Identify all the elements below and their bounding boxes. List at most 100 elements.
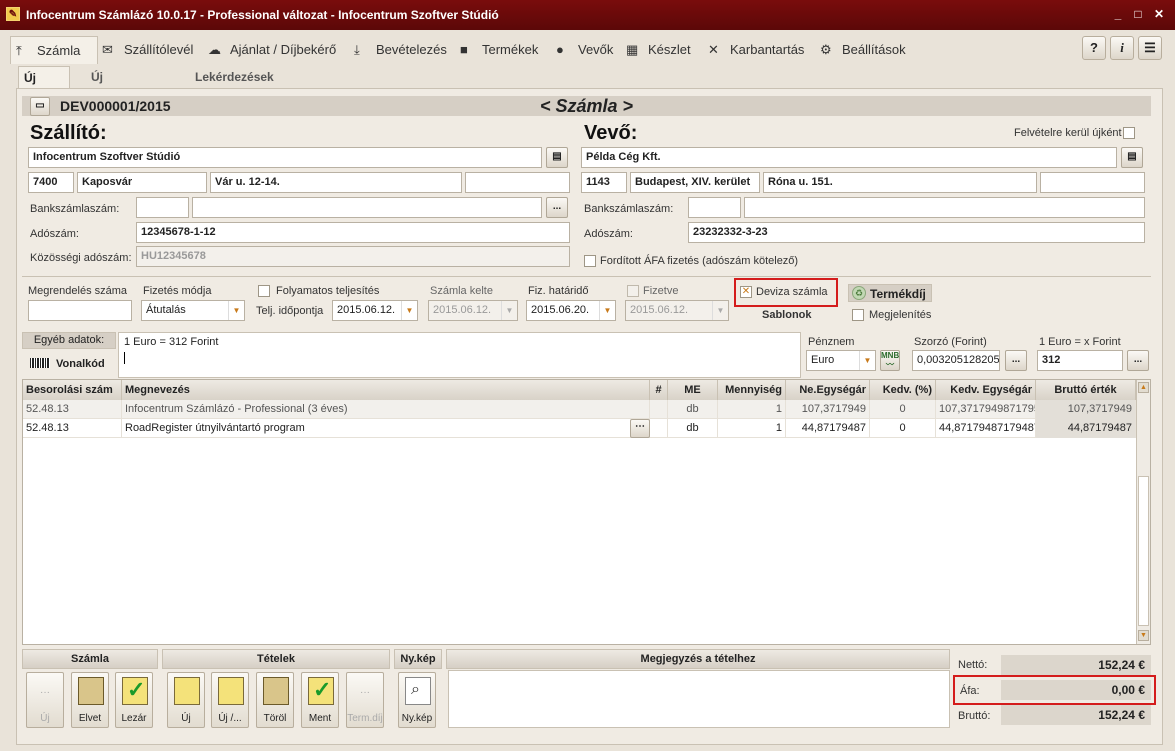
table-row[interactable]: 52.48.13 Infocentrum Számlázó - Professi… bbox=[23, 400, 1136, 419]
list-icon[interactable]: ☰ bbox=[1138, 36, 1162, 60]
buyer-card-icon[interactable]: ▤ bbox=[1121, 147, 1143, 168]
conversion-more-button[interactable]: ... bbox=[1127, 350, 1149, 371]
buyer-bank-input-1[interactable] bbox=[688, 197, 741, 218]
continuous-performance-checkbox[interactable] bbox=[258, 285, 270, 297]
exchange-rate-chart-icon[interactable]: MNB 〰 bbox=[880, 350, 900, 371]
supplier-bank-more-button[interactable]: ... bbox=[546, 197, 568, 218]
supplier-city-input[interactable]: Kaposvár bbox=[77, 172, 207, 193]
table-cell: 0 bbox=[870, 419, 936, 438]
buyer-name-input[interactable]: Példa Cég Kft. bbox=[581, 147, 1117, 168]
supplier-bank-input-2[interactable] bbox=[192, 197, 542, 218]
print-preview-button[interactable]: ⌕ Ny.kép bbox=[398, 672, 436, 728]
vertical-scrollbar[interactable]: ▲ ▼ bbox=[1136, 380, 1150, 644]
paid-checkbox[interactable] bbox=[627, 285, 639, 297]
table-cell: 1 bbox=[718, 419, 786, 438]
table-cell: 107,3717949 bbox=[1036, 400, 1136, 419]
menu-beallitasok[interactable]: ⚙ Beállítások bbox=[820, 36, 906, 64]
menu-ajanlat[interactable]: ☁ Ajánlat / Díjbekérő bbox=[208, 36, 336, 64]
foreign-currency-checkbox[interactable]: ✕ bbox=[740, 286, 752, 298]
column-header[interactable]: Kedv. (%) bbox=[870, 380, 936, 400]
row-more-button[interactable]: ⋯ bbox=[630, 419, 650, 438]
column-header[interactable]: Megnevezés bbox=[122, 380, 650, 400]
invoice-close-button[interactable]: ✓ Lezár bbox=[115, 672, 153, 728]
buyer-new-checkbox[interactable] bbox=[1123, 127, 1135, 139]
menu-vevok[interactable]: ● Vevők bbox=[556, 36, 613, 64]
supplier-name-input[interactable]: Infocentrum Szoftver Stúdió bbox=[28, 147, 542, 168]
currency-select[interactable]: Euro ▼ bbox=[806, 350, 876, 371]
buyer-zip-input[interactable]: 1143 bbox=[581, 172, 627, 193]
paid-label: Fizetve bbox=[643, 285, 679, 297]
conversion-input[interactable]: 312 bbox=[1037, 350, 1123, 371]
tab-uj-szamla[interactable]: Új számla bbox=[18, 66, 71, 107]
item-new-from-button[interactable]: Új /... bbox=[211, 672, 249, 728]
table-cell: db bbox=[668, 419, 718, 438]
menu-szamla[interactable]: ⤒ Számla bbox=[10, 36, 98, 64]
column-header[interactable]: Besorolási szám bbox=[23, 380, 122, 400]
column-header[interactable]: Kedv. Egységár bbox=[936, 380, 1036, 400]
menu-bevetelezes[interactable]: ⤓ Bevételezés bbox=[354, 36, 447, 64]
scroll-thumb[interactable] bbox=[1138, 476, 1149, 626]
other-data-textarea[interactable]: 1 Euro = 312 Forint bbox=[118, 332, 801, 378]
supplier-street-input[interactable]: Vár u. 12-14. bbox=[210, 172, 462, 193]
folder-icon[interactable]: ▭ bbox=[30, 97, 50, 116]
due-date-input[interactable]: 2015.06.20. ▼ bbox=[526, 300, 616, 321]
upload-icon: ⤒ bbox=[16, 43, 22, 58]
scroll-down-icon[interactable]: ▼ bbox=[1138, 630, 1149, 641]
menu-szallitolevel[interactable]: ✉ Szállítólevél bbox=[102, 36, 193, 64]
performance-date-input[interactable]: 2015.06.12. ▼ bbox=[332, 300, 418, 321]
help-icon[interactable]: ? bbox=[1082, 36, 1106, 60]
vat-value: 0,00 € bbox=[1001, 680, 1151, 700]
multiplier-input[interactable]: 0,003205128205 bbox=[912, 350, 1000, 371]
buyer-city-input[interactable]: Budapest, XIV. kerület bbox=[630, 172, 760, 193]
other-data-label: Egyéb adatok: bbox=[22, 332, 116, 349]
title-bar: ✎ Infocentrum Számlázó 10.0.17 - Profess… bbox=[0, 0, 1175, 30]
column-header[interactable]: # bbox=[650, 380, 668, 400]
column-header[interactable]: Mennyiség bbox=[718, 380, 786, 400]
buyer-street-input[interactable]: Róna u. 151. bbox=[763, 172, 1037, 193]
supplier-eu-tax-input[interactable]: HU12345678 bbox=[136, 246, 570, 267]
close-icon[interactable]: ✕ bbox=[1151, 6, 1167, 22]
order-number-input[interactable] bbox=[28, 300, 132, 321]
foreign-currency-label: Deviza számla bbox=[756, 286, 828, 298]
tab-uj-eloleg-szamla[interactable]: Új előleg számla bbox=[86, 66, 136, 128]
user-icon: ● bbox=[556, 42, 564, 57]
issue-date-input[interactable]: 2015.06.12. ▼ bbox=[428, 300, 518, 321]
column-header[interactable]: Bruttó érték bbox=[1036, 380, 1136, 400]
menu-termekek[interactable]: ■ Termékek bbox=[460, 36, 538, 64]
supplier-extra-input[interactable] bbox=[465, 172, 570, 193]
table-row[interactable]: 52.48.13 RoadRegister útnyilvántartó pro… bbox=[23, 419, 1136, 438]
display-checkbox[interactable] bbox=[852, 309, 864, 321]
separator bbox=[22, 276, 1151, 277]
tab-lekerdezesek[interactable]: Lekérdezések bbox=[190, 66, 279, 88]
item-save-button[interactable]: ✓ Ment bbox=[301, 672, 339, 728]
menu-karbantartas[interactable]: ✕ Karbantartás bbox=[708, 36, 804, 64]
invoice-new-button[interactable]: ··· Új bbox=[26, 672, 64, 728]
scroll-up-icon[interactable]: ▲ bbox=[1138, 382, 1149, 393]
column-header[interactable]: Ne.Egységár bbox=[786, 380, 870, 400]
buyer-extra-input[interactable] bbox=[1040, 172, 1145, 193]
minimize-icon[interactable]: _ bbox=[1110, 6, 1126, 22]
supplier-card-icon[interactable]: ▤ bbox=[546, 147, 568, 168]
maximize-icon[interactable]: □ bbox=[1130, 6, 1146, 22]
multiplier-more-button[interactable]: ... bbox=[1005, 350, 1027, 371]
item-delete-button[interactable]: Töröl bbox=[256, 672, 294, 728]
paid-date-input[interactable]: 2015.06.12. ▼ bbox=[625, 300, 729, 321]
menu-keszlet[interactable]: ▦ Készlet bbox=[626, 36, 691, 64]
supplier-bank-input-1[interactable] bbox=[136, 197, 189, 218]
supplier-tax-input[interactable]: 12345678-1-12 bbox=[136, 222, 570, 243]
buyer-bank-input-2[interactable] bbox=[744, 197, 1145, 218]
reverse-vat-checkbox[interactable] bbox=[584, 255, 596, 267]
barcode-icon bbox=[30, 358, 50, 368]
info-icon[interactable]: i bbox=[1110, 36, 1134, 60]
item-product-fee-button[interactable]: ··· Term.díj bbox=[346, 672, 384, 728]
payment-method-select[interactable]: Átutalás ▼ bbox=[141, 300, 245, 321]
buyer-tax-input[interactable]: 23232332-3-23 bbox=[688, 222, 1145, 243]
column-header[interactable]: ME bbox=[668, 380, 718, 400]
table-cell: 107,3717949871795 bbox=[936, 400, 1036, 419]
supplier-zip-input[interactable]: 7400 bbox=[28, 172, 74, 193]
box-icon: ■ bbox=[460, 42, 468, 57]
item-note-textarea[interactable] bbox=[448, 670, 950, 728]
invoice-discard-button[interactable]: Elvet bbox=[71, 672, 109, 728]
tools-icon: ✕ bbox=[708, 42, 719, 57]
item-new-button[interactable]: Új bbox=[167, 672, 205, 728]
